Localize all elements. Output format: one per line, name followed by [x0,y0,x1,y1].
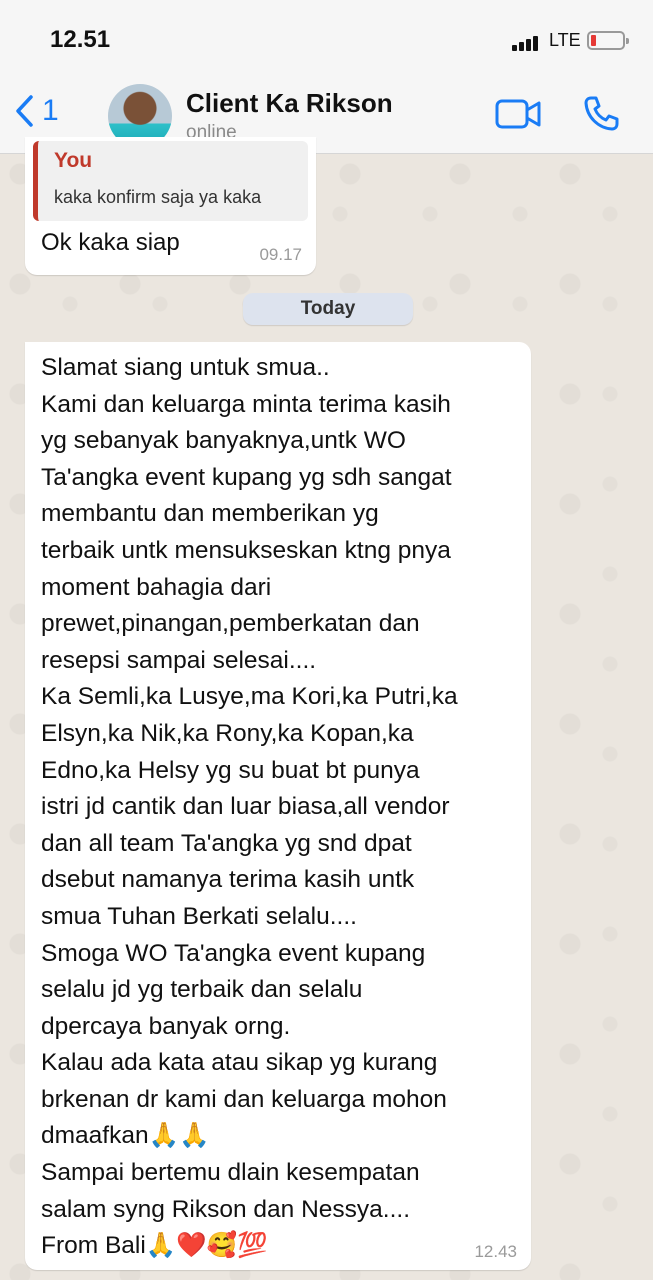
message-line: From Bali🙏❤️🥰💯 [41,1232,268,1260]
message-line: dpercaya banyak orng. [41,1012,291,1040]
voice-call-button[interactable] [582,95,620,138]
message-line: Ta'angka event kupang yg sdh sangat [41,463,452,491]
message-line: dmaafkan🙏🙏 [41,1122,210,1150]
message-bubble[interactable]: You kaka konfirm saja ya kaka Ok kaka si… [25,137,316,275]
signal-icon [512,33,540,51]
message-line: dsebut namanya terima kasih untk [41,866,415,894]
message-line: moment bahagia dari [41,573,272,601]
status-bar: 12.51 LTE [0,0,653,70]
video-call-button[interactable] [495,98,541,135]
message-line: brkenan dr kami dan keluarga mohon [41,1085,447,1113]
day-separator: Today [243,293,413,325]
message-line: Elsyn,ka Nik,ka Rony,ka Kopan,ka [41,719,414,747]
message-line: Kami dan keluarga minta terima kasih [41,390,451,418]
message-time: 12.43 [474,1242,517,1261]
message-line: istri jd cantik dan luar biasa,all vendo… [41,793,450,821]
chevron-left-icon [16,95,33,127]
message-line: Kalau ada kata atau sikap yg kurang [41,1049,438,1077]
back-unread-count: 1 [42,94,59,127]
message-line: Edno,ka Helsy yg su buat bt punya [41,756,420,784]
quoted-reply[interactable]: You kaka konfirm saja ya kaka [33,141,308,221]
message-text: Ok kaka siap [41,229,180,256]
message-bubble[interactable]: Slamat siang untuk smua.. Kami dan kelua… [25,342,531,1270]
back-button[interactable]: 1 [14,94,59,128]
message-line: smua Tuhan Berkati selalu.... [41,902,357,930]
battery-icon [587,31,629,50]
message-line: terbaik untk mensukseskan ktng pnya [41,536,451,564]
status-time: 12.51 [50,26,111,53]
message-line: Slamat siang untuk smua.. [41,354,330,381]
quote-author: You [54,149,93,172]
quote-text: kaka konfirm saja ya kaka [54,187,262,207]
message-line: selalu jd yg terbaik dan selalu [41,976,363,1004]
phone-icon [584,96,619,131]
network-label: LTE [549,30,581,50]
message-line: salam syng Rikson dan Nessya.... [41,1195,411,1223]
message-text: Slamat siang untuk smua.. Kami dan kelua… [41,350,458,1265]
message-line: yg sebanyak banyaknya,untk WO [41,427,406,455]
message-line: Ka Semli,ka Lusye,ma Kori,ka Putri,ka [41,683,458,711]
contact-name[interactable]: Client Ka Rikson [186,88,393,119]
message-time: 09.17 [259,245,302,264]
message-line: prewet,pinangan,pemberkatan dan [41,610,420,638]
video-icon [495,99,541,129]
message-line: Smoga WO Ta'angka event kupang [41,939,426,967]
message-line: resepsi sampai selesai.... [41,646,317,674]
message-line: dan all team Ta'angka yg snd dpat [41,829,412,857]
message-line: membantu dan memberikan yg [41,500,379,528]
message-line: Sampai bertemu dlain kesempatan [41,1159,420,1187]
